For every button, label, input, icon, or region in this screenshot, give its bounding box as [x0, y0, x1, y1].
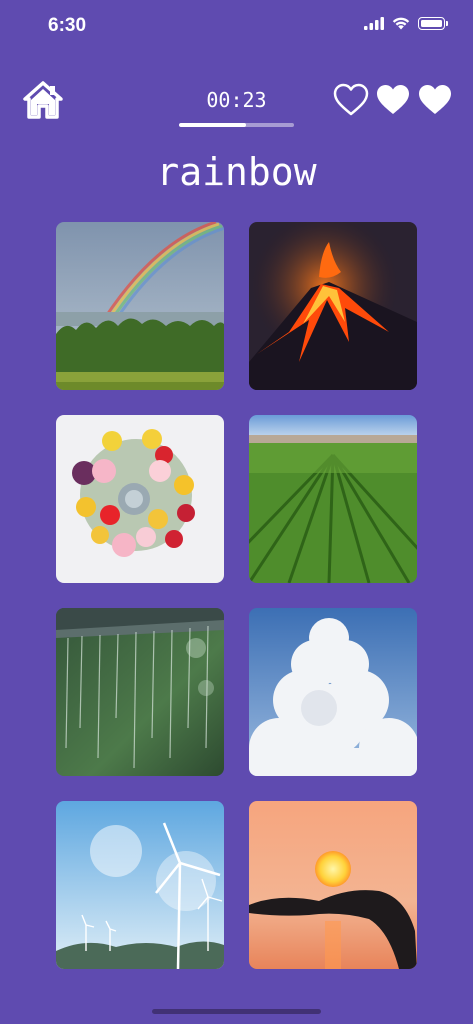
game-header: 00:23 — [0, 78, 473, 134]
wind-turbines-photo — [56, 801, 224, 969]
rainbow-photo — [56, 222, 224, 390]
image-tile-flowers[interactable] — [56, 415, 224, 583]
status-icons — [364, 17, 448, 30]
heart-icon — [377, 85, 409, 114]
lives — [333, 83, 453, 116]
image-tile-wind-turbines[interactable] — [56, 801, 224, 969]
image-tile-sunset[interactable] — [249, 801, 417, 969]
status-time: 6:30 — [48, 15, 87, 36]
image-tile-rainbow[interactable] — [56, 222, 224, 390]
prompt-word: rainbow — [156, 150, 317, 194]
wifi-icon — [392, 17, 410, 30]
signal-icon — [364, 17, 384, 30]
rain-photo — [56, 608, 224, 776]
timer-progress-bar — [179, 123, 294, 127]
heart-icon — [419, 85, 451, 114]
flowers-photo — [56, 415, 224, 583]
status-bar: 6:30 — [0, 0, 473, 54]
heart-icon — [333, 83, 369, 116]
timer-progress-fill — [179, 123, 246, 127]
image-tile-volcano[interactable] — [249, 222, 417, 390]
field-photo — [249, 415, 417, 583]
battery-icon — [418, 17, 448, 30]
image-tile-field[interactable] — [249, 415, 417, 583]
image-tile-rain[interactable] — [56, 608, 224, 776]
home-indicator — [152, 1009, 321, 1014]
sunset-photo — [249, 801, 417, 969]
image-tile-cloud[interactable] — [249, 608, 417, 776]
cloud-photo — [249, 608, 417, 776]
volcano-photo — [249, 222, 417, 390]
